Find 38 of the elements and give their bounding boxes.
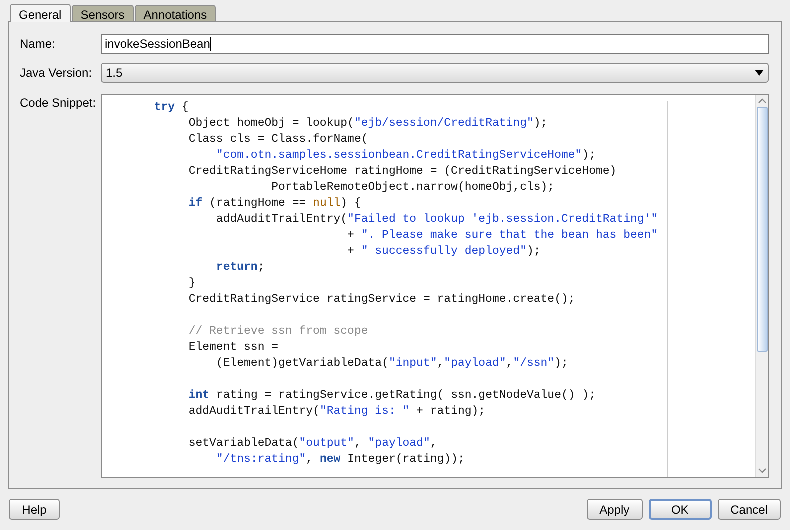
- dialog-button[interactable]: OK: [648, 499, 712, 520]
- code-line: CreditRatingServiceHome ratingHome = (CreditRatingServiceHome): [188, 164, 617, 180]
- scroll-up-icon[interactable]: [758, 98, 766, 104]
- vertical-scrollbar[interactable]: [755, 95, 768, 477]
- field-label: Code Snippet:: [20, 95, 98, 112]
- tab[interactable]: General: [10, 4, 71, 22]
- code-line: int rating = ratingService.getRating( ssn.getNodeValue() );: [188, 388, 596, 404]
- tab[interactable]: Annotations: [134, 5, 216, 21]
- scroll-down-icon[interactable]: [758, 468, 766, 474]
- code-line: try {: [153, 100, 189, 116]
- field-label: Name:: [20, 36, 56, 53]
- field-label: Java Version:: [20, 65, 94, 82]
- dialog-button[interactable]: Apply: [586, 499, 643, 520]
- code-line: CreditRatingService ratingService = ratingHome.create();: [188, 292, 576, 308]
- code-editor[interactable]: [101, 94, 769, 478]
- code-line: "/tns:rating", new Integer(rating));: [215, 452, 465, 468]
- code-line: // Retrieve ssn from scope: [188, 324, 368, 340]
- code-line: addAuditTrailEntry("Failed to lookup 'ejb.session.CreditRating'": [215, 212, 658, 228]
- dropdown-arrow-icon: [755, 70, 764, 76]
- version-dropdown[interactable]: 1.5: [101, 63, 769, 83]
- code-line: if (ratingHome == null) {: [188, 196, 362, 212]
- code-line: addAuditTrailEntry("Rating is: " + rating);: [188, 404, 486, 420]
- name-field[interactable]: invokeSessionBean: [101, 34, 769, 54]
- code-line: PortableRemoteObject.narrow(homeObj,cls);: [270, 180, 555, 196]
- code-line: + ". Please make sure that the bean has been": [346, 228, 658, 244]
- dialog-button[interactable]: Help: [9, 499, 60, 520]
- code-line: (Element)getVariableData("input","payload","/ssn");: [215, 356, 568, 372]
- tab[interactable]: Sensors: [72, 5, 134, 21]
- code-line: Element ssn =: [188, 340, 279, 356]
- code-line: "com.otn.samples.sessionbean.CreditRatingServiceHome");: [215, 148, 596, 164]
- code-line: return;: [215, 260, 265, 276]
- code-line: }: [188, 276, 196, 292]
- scrollbar-thumb[interactable]: [756, 107, 768, 352]
- code-line: Class cls = Class.forName(: [188, 132, 368, 148]
- code-line: setVariableData("output", "payload",: [188, 436, 438, 452]
- code-line: Object homeObj = lookup("ejb/session/CreditRating");: [188, 116, 548, 132]
- dialog-button[interactable]: Cancel: [718, 499, 781, 520]
- code-line: + " successfully deployed");: [346, 244, 541, 260]
